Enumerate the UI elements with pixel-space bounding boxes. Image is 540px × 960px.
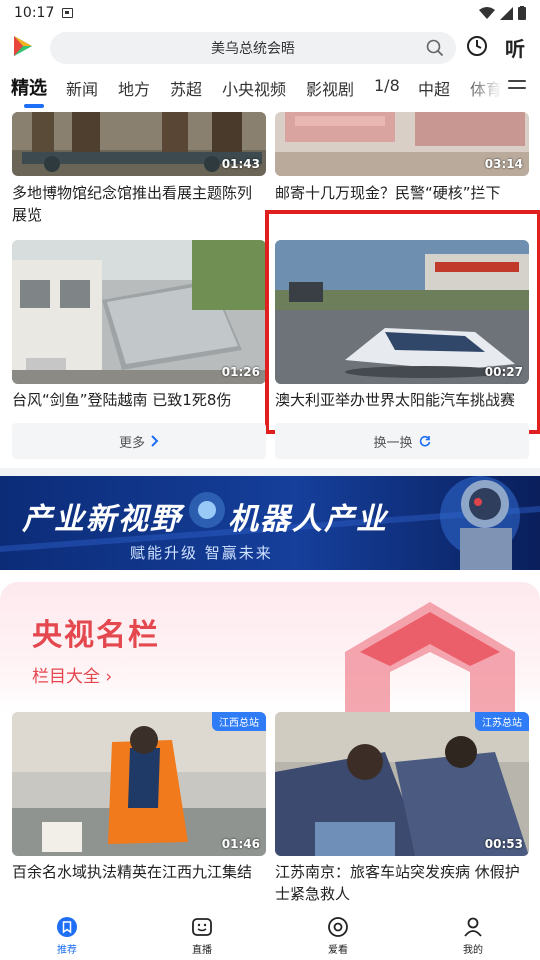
channel-menu-icon[interactable] bbox=[508, 80, 526, 96]
person-icon bbox=[464, 917, 482, 937]
tab-fade bbox=[462, 74, 502, 104]
column-directory-link[interactable]: 栏目大全 › bbox=[32, 662, 112, 687]
video-duration: 03:14 bbox=[484, 157, 523, 171]
nav-label: 爱看 bbox=[328, 945, 348, 956]
banner-title-left: 产业新视野 bbox=[22, 502, 182, 537]
video-thumbnail[interactable]: 01:26 bbox=[12, 240, 266, 384]
signal-icon bbox=[500, 6, 513, 20]
video-duration: 01:43 bbox=[221, 157, 260, 171]
eye-circle-icon bbox=[328, 917, 348, 937]
video-duration: 01:26 bbox=[221, 365, 260, 379]
nav-love-watch[interactable]: 爱看 bbox=[308, 916, 368, 956]
history-clock-icon[interactable] bbox=[466, 35, 488, 57]
cctv-columns-section: 央视名栏 栏目大全 › bbox=[0, 582, 540, 712]
video-title[interactable]: 江苏南京：旅客车站突发疾病 休假护士紧急救人 bbox=[275, 861, 529, 905]
search-input[interactable]: 美乌总统会晤 bbox=[50, 32, 456, 64]
app-logo-icon[interactable] bbox=[12, 34, 34, 58]
banner-title-right: 机器人产业 bbox=[228, 502, 388, 537]
channel-tabs: 精选 新闻 地方 苏超 小央视频 影视剧 1/8 中超 体育 bbox=[0, 74, 540, 110]
nav-label: 我的 bbox=[463, 945, 483, 956]
video-title[interactable]: 邮寄十几万现金？民警“硬核”拦下 bbox=[275, 182, 501, 204]
refresh-button[interactable]: 换一换 bbox=[275, 423, 529, 459]
nav-recommend[interactable]: 推荐 bbox=[37, 916, 97, 956]
tab-local[interactable]: 地方 bbox=[118, 76, 150, 100]
banner-subtitle: 赋能升级 智赢未来 bbox=[130, 544, 273, 562]
nav-mine[interactable]: 我的 bbox=[443, 916, 503, 956]
refresh-label: 换一换 bbox=[373, 435, 413, 451]
tab-news[interactable]: 新闻 bbox=[66, 76, 98, 100]
video-thumbnail[interactable]: 江苏总站 00:53 bbox=[275, 712, 529, 856]
battery-icon bbox=[518, 6, 526, 20]
nav-label: 直播 bbox=[192, 945, 212, 956]
more-label: 更多 bbox=[118, 435, 145, 451]
video-title[interactable]: 多地博物馆纪念馆推出看展主题陈列展览 bbox=[12, 182, 266, 226]
section-divider bbox=[0, 468, 540, 476]
video-feed: 01:43 多地博物馆纪念馆推出看展主题陈列展览 03:14 邮寄十几万现金？民… bbox=[0, 112, 540, 912]
highlight-box bbox=[265, 210, 540, 434]
video-duration: 00:53 bbox=[484, 837, 523, 851]
tab-drama[interactable]: 影视剧 bbox=[306, 76, 354, 100]
notification-icon bbox=[62, 8, 74, 18]
video-title[interactable]: 百余名水域执法精英在江西九江集结 bbox=[12, 861, 252, 883]
video-title[interactable]: 台风“剑鱼”登陆越南 已致1死8伤 bbox=[12, 389, 231, 411]
search-header: 美乌总统会晤 听 bbox=[0, 30, 540, 66]
tab-round-of-8[interactable]: 1/8 bbox=[374, 76, 400, 95]
tab-csl[interactable]: 中超 bbox=[418, 76, 450, 100]
chevron-right-icon bbox=[151, 435, 159, 447]
search-placeholder: 美乌总统会晤 bbox=[211, 41, 295, 57]
bookmark-icon bbox=[57, 917, 77, 937]
bottom-navigation: 推荐 直播 爱看 我的 bbox=[0, 912, 540, 960]
promo-banner[interactable]: 产业新视野 机器人产业 赋能升级 智赢未来 bbox=[0, 476, 540, 570]
video-thumbnail[interactable]: 01:43 bbox=[12, 112, 266, 176]
nav-label: 推荐 bbox=[57, 945, 77, 956]
tv-face-icon bbox=[192, 918, 212, 936]
cctv-section-title: 央视名栏 bbox=[32, 618, 160, 653]
status-time: 10:17 bbox=[14, 5, 55, 21]
listen-button[interactable]: 听 bbox=[505, 33, 525, 62]
video-duration: 01:46 bbox=[221, 837, 260, 851]
video-thumbnail[interactable]: 江西总站 01:46 bbox=[12, 712, 266, 856]
source-badge: 江苏总站 bbox=[475, 712, 529, 731]
search-icon[interactable] bbox=[426, 39, 444, 57]
nav-live[interactable]: 直播 bbox=[172, 916, 232, 956]
tab-jingxuan[interactable]: 精选 bbox=[11, 74, 47, 100]
refresh-icon bbox=[419, 435, 430, 447]
active-tab-indicator bbox=[24, 104, 44, 108]
source-badge: 江西总站 bbox=[212, 712, 266, 731]
wifi-icon bbox=[479, 6, 495, 19]
more-button[interactable]: 更多 bbox=[12, 423, 266, 459]
tab-small-video[interactable]: 小央视频 bbox=[222, 76, 286, 100]
tab-suchao[interactable]: 苏超 bbox=[170, 76, 202, 100]
status-bar: 10:17 bbox=[0, 0, 540, 26]
video-thumbnail[interactable]: 03:14 bbox=[275, 112, 529, 176]
